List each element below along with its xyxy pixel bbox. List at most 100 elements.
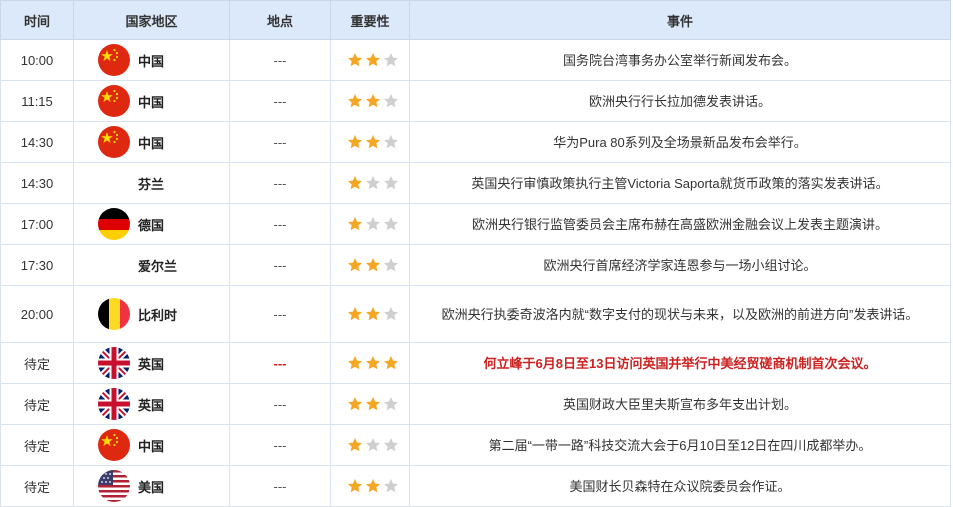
star-empty-icon [384,94,398,108]
event-region-cell: 英国 [73,342,230,384]
star-filled-icon [348,53,362,67]
star-filled-icon [348,217,362,231]
event-region-cell: 英国 [73,383,230,425]
table-row: 11:15 中国 --- 欧洲央行行长拉加德发表讲话。 [0,80,951,122]
star-filled-icon [348,479,362,493]
flag-placeholder [98,249,130,281]
importance-rating [330,383,410,425]
event-region-cell: 中国 [73,424,230,466]
header-time: 时间 [0,0,74,40]
star-empty-icon [384,397,398,411]
region-name: 英国 [138,397,165,413]
star-filled-icon [366,479,380,493]
star-filled-icon [348,397,362,411]
table-row: 待定 英国 --- 英国财政大臣里夫斯宣布多年支出计划。 [0,383,951,425]
region-name: 爱尔兰 [138,258,178,274]
germany-flag-icon [98,208,130,240]
star-empty-icon [384,53,398,67]
event-location: --- [229,285,331,343]
star-empty-icon [384,258,398,272]
event-location: --- [229,424,331,466]
event-description: 欧洲央行银行监管委员会主席布赫在高盛欧洲金融会议上发表主题演讲。 [409,203,951,245]
header-event: 事件 [409,0,951,40]
star-empty-icon [366,217,380,231]
event-location: --- [229,162,331,204]
table-row: 17:30 爱尔兰 --- 欧洲央行首席经济学家连恩参与一场小组讨论。 [0,244,951,286]
table-row: 20:00 比利时 --- 欧洲央行执委奇波洛内就“数字支付的现状与未来，以及欧洲的前… [0,285,951,343]
importance-rating [330,244,410,286]
event-time: 20:00 [0,285,74,343]
event-description: 英国财政大臣里夫斯宣布多年支出计划。 [409,383,951,425]
header-region: 国家地区 [73,0,230,40]
event-description: 欧洲央行行长拉加德发表讲话。 [409,80,951,122]
uk-flag-icon [98,388,130,420]
event-region-cell: 比利时 [73,285,230,343]
event-description: 何立峰于6月8日至13日访问英国并举行中美经贸磋商机制首次会议。 [409,342,951,384]
event-time: 17:30 [0,244,74,286]
star-filled-icon [384,356,398,370]
table-row: 10:00 中国 --- 国务院台湾事务办公室举行新闻发布会。 [0,39,951,81]
star-filled-icon [348,176,362,190]
event-location: --- [229,244,331,286]
region-name: 德国 [138,217,165,233]
event-description: 华为Pura 80系列及全场景新品发布会举行。 [409,121,951,163]
belgium-flag-icon [98,298,130,330]
event-description: 英国央行审慎政策执行主管Victoria Saporta就货币政策的落实发表讲话… [409,162,951,204]
event-location: --- [229,465,331,507]
event-location: --- [229,342,331,384]
event-location: --- [229,80,331,122]
header-location: 地点 [229,0,331,40]
event-location: --- [229,383,331,425]
star-filled-icon [348,94,362,108]
star-filled-icon [366,307,380,321]
event-time: 14:30 [0,162,74,204]
event-region-cell: 爱尔兰 [73,244,230,286]
event-location: --- [229,39,331,81]
event-time: 待定 [0,342,74,384]
star-filled-icon [348,356,362,370]
star-empty-icon [384,307,398,321]
star-filled-icon [348,135,362,149]
event-description: 欧洲央行首席经济学家连恩参与一场小组讨论。 [409,244,951,286]
importance-rating [330,203,410,245]
event-time: 10:00 [0,39,74,81]
star-empty-icon [366,176,380,190]
event-time: 17:00 [0,203,74,245]
star-filled-icon [348,258,362,272]
star-empty-icon [384,135,398,149]
table-row: 待定 美国 --- 美国财长贝森特在众议院委员会作证。 [0,465,951,507]
star-filled-icon [366,53,380,67]
china-flag-icon [98,429,130,461]
china-flag-icon [98,85,130,117]
importance-rating [330,39,410,81]
table-header-row: 时间 国家地区 地点 重要性 事件 [0,0,951,40]
economic-events-table: 时间 国家地区 地点 重要性 事件 10:00 中国 --- 国务院台湾事务办公室举行… [0,0,951,507]
event-region-cell: 美国 [73,465,230,507]
event-location: --- [229,203,331,245]
star-empty-icon [366,438,380,452]
event-time: 待定 [0,424,74,466]
region-name: 比利时 [138,307,178,323]
event-time: 11:15 [0,80,74,122]
star-filled-icon [366,356,380,370]
china-flag-icon [98,44,130,76]
region-name: 中国 [138,53,165,69]
star-empty-icon [384,217,398,231]
region-name: 中国 [138,438,165,454]
event-location: --- [229,121,331,163]
uk-flag-icon [98,347,130,379]
event-description: 欧洲央行执委奇波洛内就“数字支付的现状与未来，以及欧洲的前进方向”发表讲话。 [409,285,951,343]
importance-rating [330,121,410,163]
table-row: 17:00 德国 --- 欧洲央行银行监管委员会主席布赫在高盛欧洲金融会议上发表主题演… [0,203,951,245]
star-empty-icon [384,176,398,190]
event-description: 国务院台湾事务办公室举行新闻发布会。 [409,39,951,81]
event-region-cell: 芬兰 [73,162,230,204]
importance-rating [330,285,410,343]
table-row: 待定 英国 --- 何立峰于6月8日至13日访问英国并举行中美经贸磋商机制首次会议。 [0,342,951,384]
star-filled-icon [366,94,380,108]
star-filled-icon [366,135,380,149]
star-filled-icon [366,258,380,272]
importance-rating [330,465,410,507]
usa-flag-icon [98,470,130,502]
star-empty-icon [384,438,398,452]
